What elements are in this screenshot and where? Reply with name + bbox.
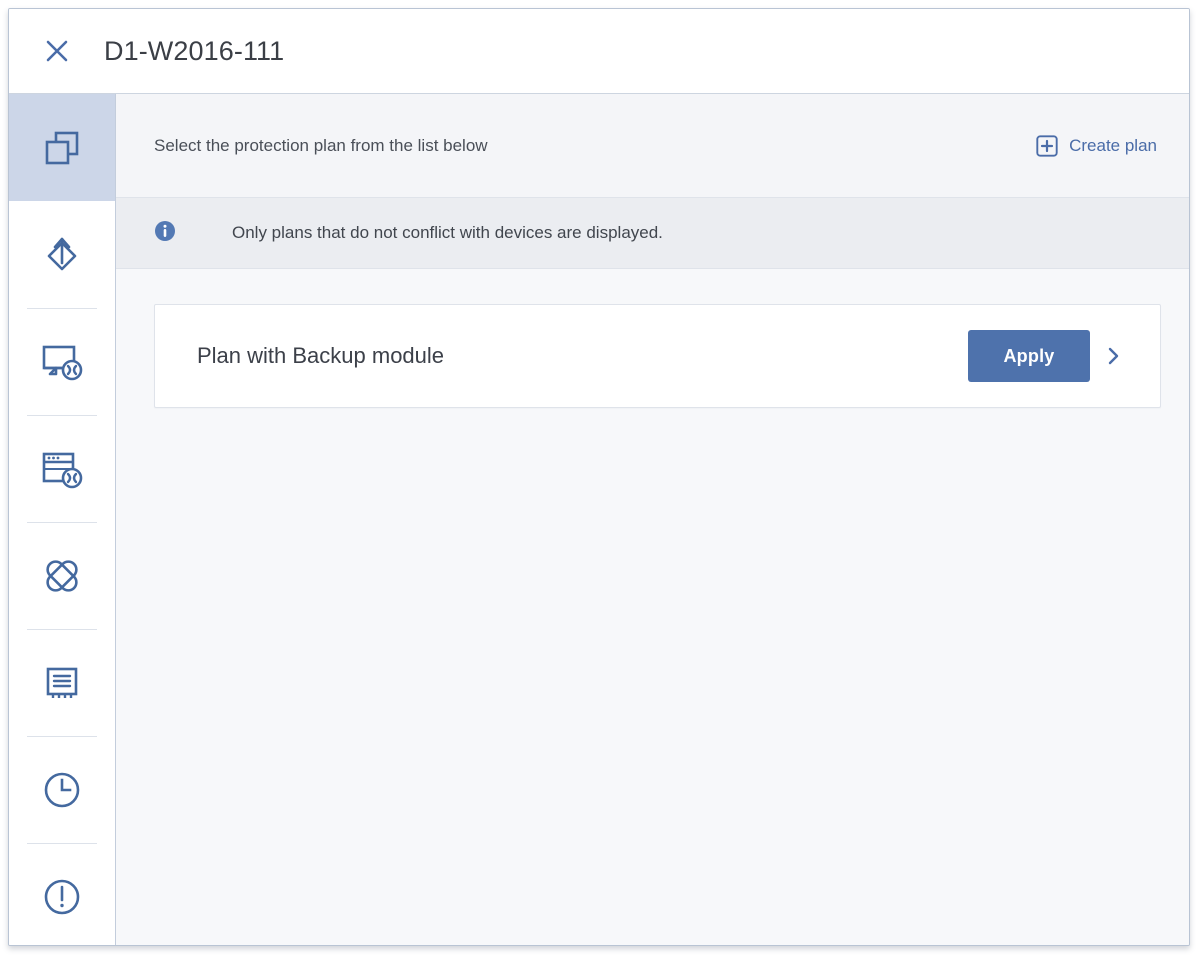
browser-window-disabled-icon — [39, 448, 85, 490]
crossed-bandages-icon — [40, 554, 84, 598]
arrow-up-diamond-icon — [41, 234, 83, 276]
sidebar-item-remote-desktop[interactable] — [9, 308, 115, 415]
hardware-chip-icon — [41, 662, 83, 704]
instruction-text: Select the protection plan from the list… — [154, 136, 1036, 156]
plus-square-icon — [1036, 135, 1058, 157]
sidebar-item-alerts[interactable] — [9, 843, 115, 946]
plan-list: Plan with Backup module Apply — [116, 269, 1189, 945]
plan-selection-pane: Select the protection plan from the list… — [116, 94, 1189, 945]
create-plan-button[interactable]: Create plan — [1036, 135, 1157, 157]
dialog-titlebar: D1-W2016-111 — [9, 9, 1189, 93]
sidebar-item-protection-plan[interactable] — [9, 94, 115, 201]
protection-plan-dialog: D1-W2016-111 — [8, 8, 1190, 946]
plan-selection-header: Select the protection plan from the list… — [116, 94, 1189, 197]
info-banner-text: Only plans that do not conflict with dev… — [232, 223, 663, 243]
sidebar-item-activities[interactable] — [9, 736, 115, 843]
plan-list-item[interactable]: Plan with Backup module Apply — [154, 304, 1161, 408]
create-plan-label: Create plan — [1069, 136, 1157, 156]
sidebar-item-patch-management[interactable] — [9, 522, 115, 629]
chevron-right-icon[interactable] — [1090, 330, 1136, 382]
sidebar-item-remote-connection[interactable] — [9, 415, 115, 522]
plan-name: Plan with Backup module — [197, 343, 968, 369]
sidebar-item-hardware-inventory[interactable] — [9, 629, 115, 736]
info-banner: Only plans that do not conflict with dev… — [116, 197, 1189, 269]
close-icon[interactable] — [37, 31, 77, 71]
clock-icon — [40, 768, 84, 812]
exclamation-circle-icon — [40, 875, 84, 919]
page-title: D1-W2016-111 — [104, 36, 284, 67]
info-circle-icon — [154, 220, 176, 247]
dialog-body: Select the protection plan from the list… — [9, 93, 1189, 945]
dialog-sidebar — [9, 94, 116, 945]
sidebar-item-recovery[interactable] — [9, 201, 115, 308]
apply-button[interactable]: Apply — [968, 330, 1090, 382]
overlapping-squares-icon — [41, 127, 83, 169]
monitor-disabled-icon — [39, 341, 85, 383]
